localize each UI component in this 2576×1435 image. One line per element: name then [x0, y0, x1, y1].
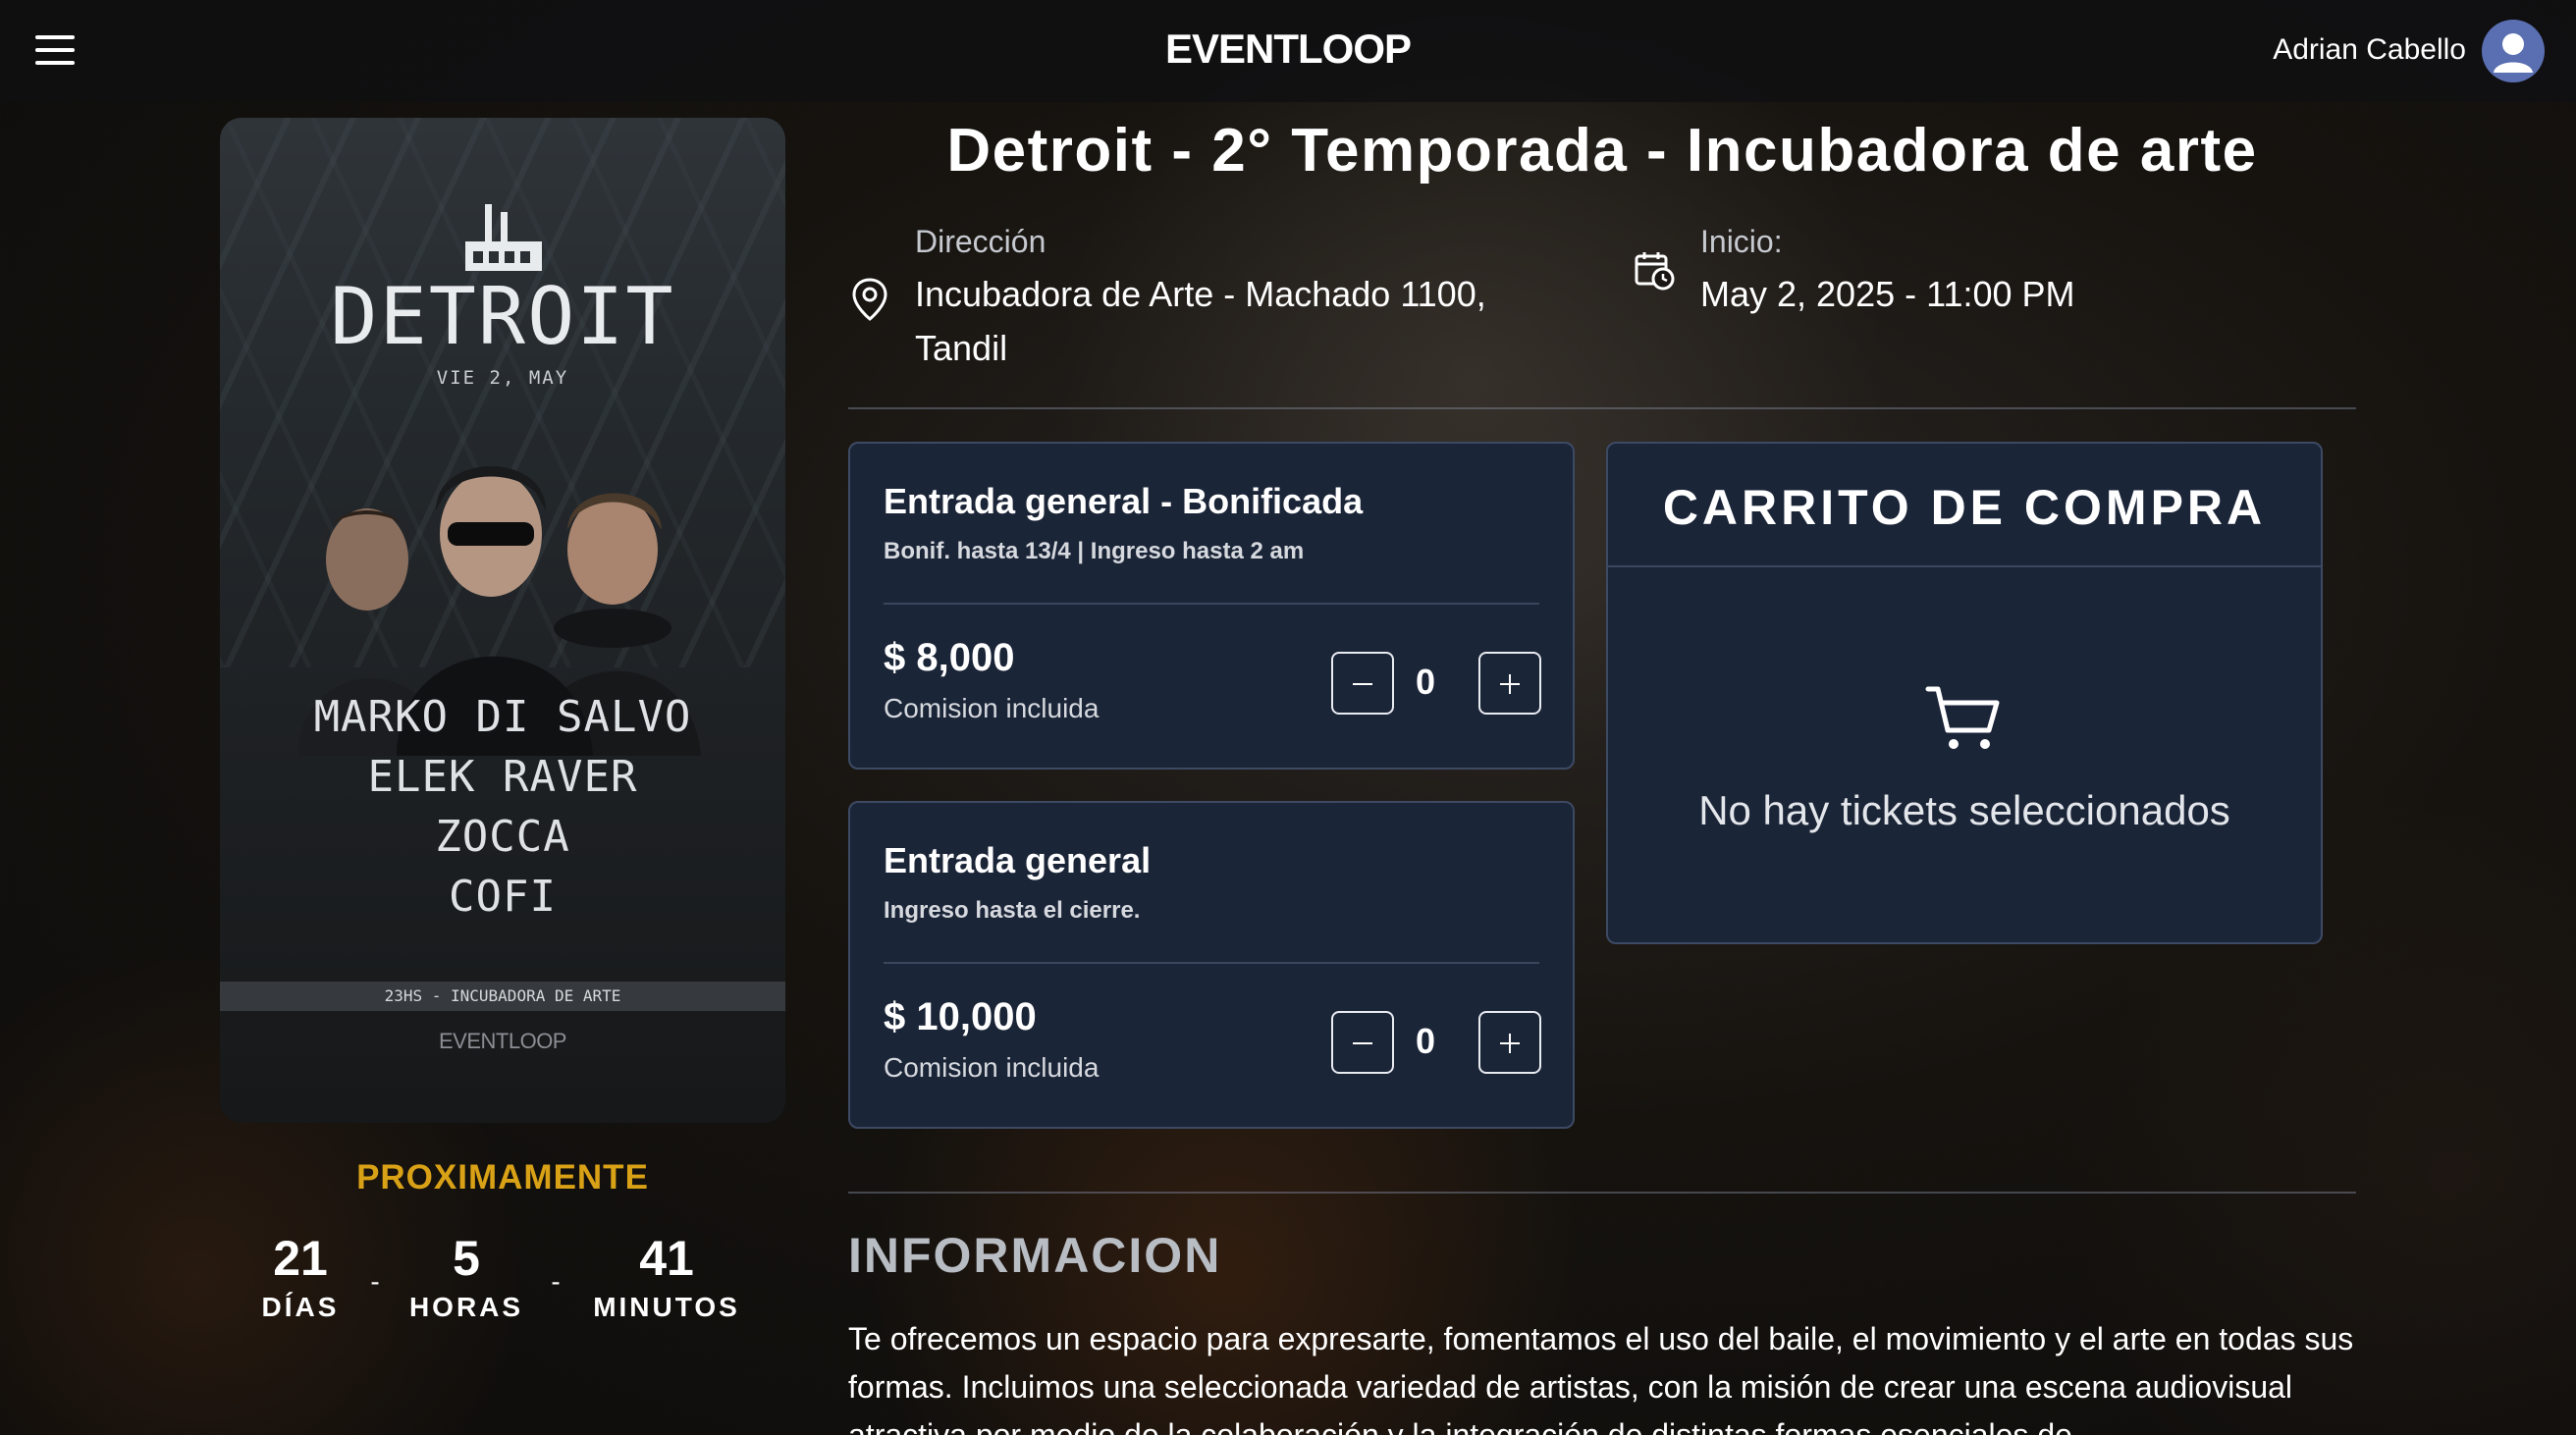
countdown-minutes: 41 MINUTOS — [585, 1229, 748, 1323]
start-label: Inicio: — [1700, 224, 1783, 259]
countdown-hours-value: 5 — [453, 1231, 480, 1286]
ticket-fee-note: Comision incluida — [884, 1052, 1100, 1083]
countdown-days-value: 21 — [273, 1231, 328, 1286]
event-poster: DETROIT VIE 2, MAY MARKO DI SALVO ELEK R… — [220, 118, 785, 1123]
info-title: INFORMACION — [848, 1228, 1222, 1283]
ticket-quantity: 0 — [1415, 662, 1436, 702]
address-line-2: Tandil — [915, 328, 1008, 368]
cart-empty-message: No hay tickets seleccionados — [1698, 787, 2230, 833]
poster-date: VIE 2, MAY — [436, 367, 569, 389]
countdown-days-label: DÍAS — [261, 1292, 340, 1322]
info-description: Te ofrecemos un espacio para expresarte,… — [848, 1321, 2354, 1435]
cart-title: CARRITO DE COMPRA — [1662, 480, 2267, 535]
ticket-price: $ 8,000 — [884, 636, 1015, 679]
countdown-minutes-label: MINUTOS — [593, 1292, 740, 1322]
user-name[interactable]: Adrian Cabello — [2273, 33, 2466, 67]
increase-quantity-button[interactable] — [1478, 652, 1541, 715]
ticket-card: Entrada general - Bonificada Bonif. hast… — [848, 442, 1575, 770]
countdown-separator: - — [370, 1266, 380, 1297]
decrease-quantity-button[interactable] — [1331, 1011, 1394, 1074]
factory-icon — [465, 204, 542, 271]
brand-logo[interactable]: EVENTLOOP — [0, 26, 2576, 73]
event-title: Detroit - 2° Temporada - Incubadora de a… — [946, 117, 2258, 185]
ticket-card: Entrada general Ingreso hasta el cierre.… — [848, 801, 1575, 1129]
user-icon — [2494, 33, 2533, 73]
ticket-divider — [884, 603, 1539, 605]
minus-icon — [1353, 1042, 1372, 1044]
artist-name: COFI — [449, 872, 557, 922]
calendar-clock-icon — [1635, 252, 1675, 291]
address-line-1: Incubadora de Arte - Machado 1100, — [915, 274, 1486, 314]
increase-quantity-button[interactable] — [1478, 1011, 1541, 1074]
countdown-days: 21 DÍAS — [251, 1229, 349, 1323]
cart-divider — [1608, 565, 2321, 567]
shopping-cart-panel: CARRITO DE COMPRA No hay tickets selecci… — [1606, 442, 2323, 944]
start-datetime: May 2, 2025 - 11:00 PM — [1700, 274, 2075, 314]
ticket-quantity: 0 — [1415, 1021, 1436, 1061]
top-bar: EVENTLOOP Adrian Cabello — [0, 0, 2576, 102]
ticket-divider — [884, 962, 1539, 964]
countdown-hours-label: HORAS — [408, 1292, 524, 1322]
cart-icon — [1925, 686, 2000, 749]
avatar[interactable] — [2482, 20, 2545, 82]
artist-name: MARKO DI SALVO — [313, 692, 692, 742]
poster-venue-strip: 23HS - INCUBADORA DE ARTE — [220, 982, 785, 1011]
minus-icon — [1353, 683, 1372, 685]
decrease-quantity-button[interactable] — [1331, 652, 1394, 715]
countdown-hours: 5 HORAS — [402, 1229, 530, 1323]
section-divider — [848, 1192, 2356, 1194]
ticket-price: $ 10,000 — [884, 995, 1037, 1038]
ticket-name: Entrada general - Bonificada — [884, 481, 1364, 521]
poster-title: DETROIT — [330, 271, 675, 362]
address-label: Dirección — [915, 224, 1046, 259]
ticket-description: Bonif. hasta 13/4 | Ingreso hasta 2 am — [884, 538, 1305, 564]
countdown-status: PROXIMAMENTE — [356, 1158, 649, 1196]
countdown-minutes-value: 41 — [639, 1231, 694, 1286]
ticket-fee-note: Comision incluida — [884, 693, 1100, 723]
countdown-separator: - — [551, 1266, 561, 1297]
poster-artists: MARKO DI SALVO ELEK RAVER ZOCCA COFI — [220, 687, 785, 927]
section-divider — [848, 407, 2356, 409]
poster-brand: EVENTLOOP — [439, 1029, 566, 1053]
location-pin-icon — [852, 278, 887, 321]
artist-name: ELEK RAVER — [367, 752, 638, 802]
artist-name: ZOCCA — [435, 812, 570, 862]
ticket-description: Ingreso hasta el cierre. — [884, 897, 1141, 924]
ticket-name: Entrada general — [884, 840, 1152, 880]
